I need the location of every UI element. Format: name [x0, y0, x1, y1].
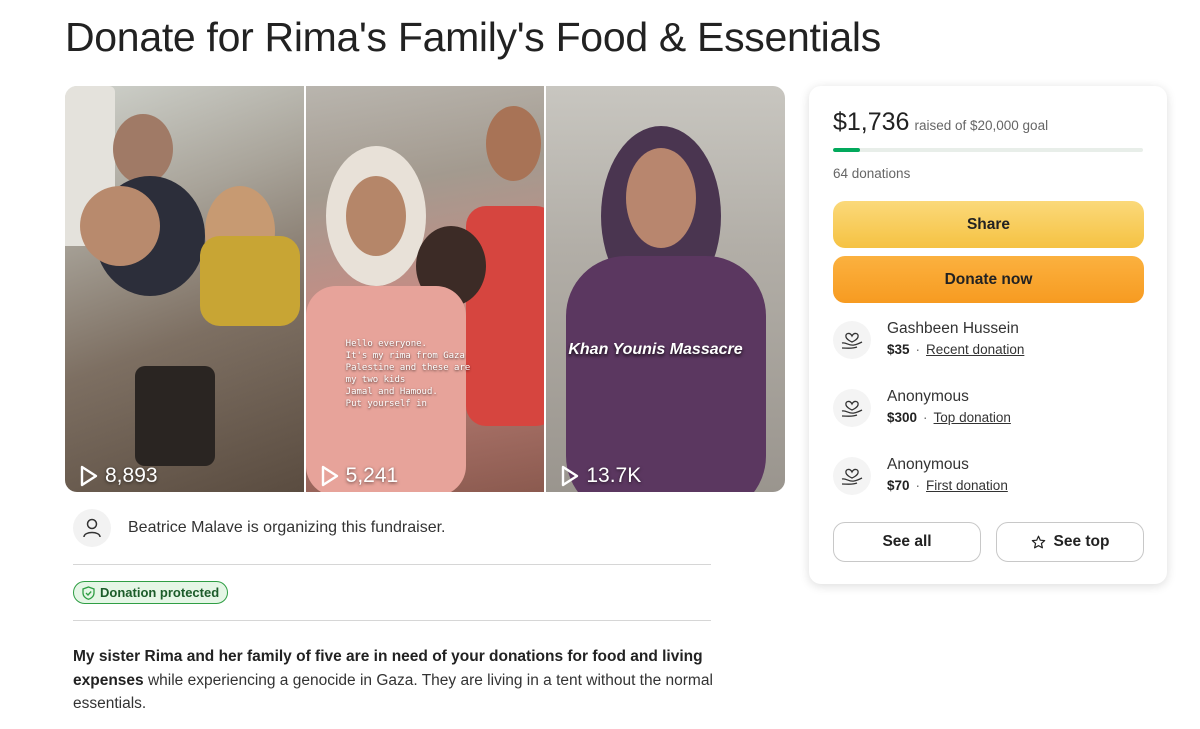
- donation-protected-badge[interactable]: Donation protected: [73, 581, 229, 604]
- donor-item: Anonymous $300 · Top donation: [833, 387, 1011, 427]
- organizer-row: Beatrice Malave is organizing this fundr…: [73, 509, 446, 547]
- badge-label: Donation protected: [100, 585, 220, 600]
- donor-amount: $70: [887, 478, 910, 493]
- play-icon: [321, 465, 338, 487]
- play-icon: [562, 465, 579, 487]
- girl-shirt-graphic: [200, 236, 300, 326]
- user-icon: [83, 518, 101, 538]
- see-top-label: See top: [1053, 533, 1110, 550]
- donor-meta: $70 · First donation: [887, 478, 1008, 493]
- separator-dot: ·: [923, 410, 928, 425]
- shield-check-icon: [82, 585, 95, 600]
- story-text: My sister Rima and her family of five ar…: [73, 645, 713, 716]
- donor-item: Anonymous $70 · First donation: [833, 455, 1008, 495]
- cooking-pot-graphic: [135, 366, 215, 466]
- view-count-value: 13.7K: [586, 464, 642, 487]
- donor-amount: $35: [887, 342, 910, 357]
- page-title: Donate for Rima's Family's Food & Essent…: [65, 14, 881, 60]
- share-button[interactable]: Share: [833, 201, 1144, 248]
- donation-count: 64 donations: [833, 166, 911, 181]
- view-count: 13.7K: [560, 464, 641, 488]
- see-all-label: See all: [882, 533, 932, 550]
- child-figure-graphic: [80, 186, 160, 266]
- avatar[interactable]: [73, 509, 111, 547]
- donation-sidebar-card: $1,736 raised of $20,000 goal 64 donatio…: [809, 86, 1167, 584]
- woman-face-graphic: [345, 176, 406, 256]
- heart-hand-icon: [833, 457, 871, 495]
- video-caption: Hello everyone. It's my rima from Gaza P…: [345, 339, 471, 409]
- story-rest: while experiencing a genocide in Gaza. T…: [73, 671, 713, 713]
- video-tile-3[interactable]: Khan Younis Massacre 13.7K: [546, 86, 785, 492]
- video-tile-2[interactable]: Hello everyone. It's my rima from Gaza P…: [305, 86, 545, 492]
- woman-face-graphic: [626, 148, 697, 248]
- view-count-value: 8,893: [105, 464, 158, 487]
- donor-tag-link[interactable]: First donation: [926, 478, 1008, 493]
- donor-name: Anonymous: [887, 388, 969, 405]
- heart-hand-icon: [833, 321, 871, 359]
- donor-item: Gashbeen Hussein $35 · Recent donation: [833, 319, 1024, 359]
- divider: [73, 620, 711, 621]
- media-gallery: 8,893 Hello everyone. It's my rima from …: [65, 86, 785, 492]
- see-top-button[interactable]: See top: [996, 522, 1144, 562]
- progress-fill: [833, 148, 860, 152]
- raised-amount: $1,736: [833, 108, 910, 136]
- donor-meta: $35 · Recent donation: [887, 342, 1024, 357]
- video-tile-1[interactable]: 8,893: [65, 86, 304, 492]
- see-all-button[interactable]: See all: [833, 522, 981, 562]
- donor-amount: $300: [887, 410, 918, 425]
- donor-tag-link[interactable]: Top donation: [934, 410, 1011, 425]
- star-icon: [1031, 535, 1045, 548]
- mother-figure-graphic: [113, 114, 173, 184]
- donor-name: Gashbeen Hussein: [887, 320, 1019, 337]
- separator-dot: ·: [915, 342, 921, 357]
- donor-meta: $300 · Top donation: [887, 410, 1011, 425]
- patterned-scarf-graphic: [566, 256, 767, 492]
- organizer-text: Beatrice Malave is organizing this fundr…: [128, 519, 446, 536]
- raised-summary: $1,736 raised of $20,000 goal: [833, 108, 1048, 137]
- donor-tag-link[interactable]: Recent donation: [926, 342, 1024, 357]
- heart-hand-icon: [833, 389, 871, 427]
- view-count: 5,241: [320, 464, 399, 488]
- view-count: 8,893: [79, 464, 158, 488]
- progress-bar: [833, 148, 1143, 152]
- donate-now-button[interactable]: Donate now: [833, 256, 1144, 303]
- boy-face-graphic: [485, 106, 541, 181]
- donor-name: Anonymous: [887, 456, 969, 473]
- goal-text: raised of $20,000 goal: [914, 118, 1049, 133]
- play-icon: [80, 465, 98, 487]
- separator-dot: ·: [915, 478, 921, 493]
- divider: [73, 564, 711, 565]
- view-count-value: 5,241: [345, 464, 399, 487]
- video-overlay-title: Khan Younis Massacre: [568, 341, 743, 358]
